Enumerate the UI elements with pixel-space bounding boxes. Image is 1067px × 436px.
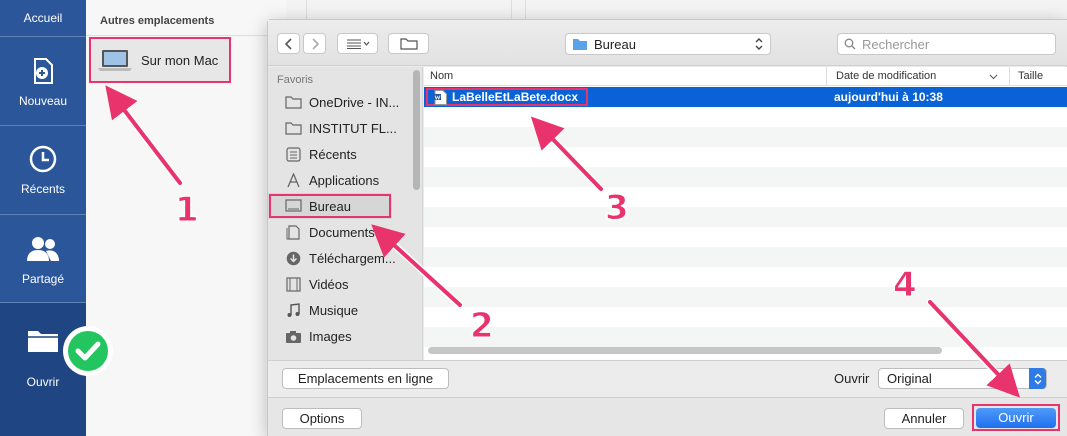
dialog-options-bar: Emplacements en ligne Ouvrir Original [268,360,1067,397]
new-document-icon [34,58,53,84]
options-button[interactable]: Options [282,408,362,429]
dialog-button-bar: Options Annuler Ouvrir [268,397,1067,436]
nav-recent-label: Récents [20,182,66,196]
sidebar-item-label: Téléchargem... [309,250,396,266]
nav-shared-label: Partagé [21,272,65,286]
sidebar-item-documents[interactable]: Documents [268,219,411,245]
search-field[interactable]: Rechercher [837,33,1056,55]
home-nav[interactable]: Accueil [0,0,86,37]
sidebar-item-label: Documents [309,224,375,240]
sidebar-item-label: Bureau [309,198,351,214]
updown-chevron-icon [755,38,763,50]
open-file-dialog: Bureau Rechercher Favoris OneDrive - IN.… [267,19,1067,436]
sidebar-item-applications[interactable]: Applications [268,167,411,193]
sidebar-item-downloads[interactable]: Téléchargem... [268,245,411,271]
nav-recent[interactable]: Récents [0,144,86,214]
music-icon [287,302,300,317]
camera-icon [286,330,301,343]
file-row[interactable]: LaBelleEtLaBete.docx aujourd'hui à 10:38 [424,87,1067,107]
column-header-row: Nom Date de modification Taille [424,67,1067,86]
search-placeholder: Rechercher [862,36,930,52]
clock-icon [29,145,57,173]
folder-icon [28,331,58,352]
sidebar-item-label: Images [309,328,352,344]
sidebar-item-recents[interactable]: Récents [268,141,411,167]
open-mode-value: Original [887,371,932,386]
file-list: Nom Date de modification Taille LaBelleE… [424,67,1067,360]
sidebar-item-label: Applications [309,172,380,188]
open-mode-label: Ouvrir [834,371,870,386]
on-my-mac-item[interactable]: Sur mon Mac [89,37,231,83]
nav-shared[interactable]: Partagé [0,234,86,304]
open-button[interactable]: Ouvrir [972,404,1060,431]
new-folder-icon [399,38,418,50]
open-mode-select[interactable]: Original [878,368,1047,389]
annotation-1: 1 [175,190,200,231]
folder-icon [285,122,302,135]
sidebar-item-label: Récents [309,146,357,162]
sidebar-item-images[interactable]: Images [268,323,411,349]
chevron-left-icon [284,37,292,50]
new-folder-button[interactable] [388,33,429,54]
file-name: LaBelleEtLaBete.docx [452,90,579,104]
laptop-icon [98,50,132,71]
sidebar-item-music[interactable]: Musique [268,297,411,323]
other-locations-header: Autres emplacements [100,15,215,27]
annotation-3: 3 [605,188,630,229]
sidebar-item-label: INSTITUT FL... [309,120,397,136]
cancel-button[interactable]: Annuler [884,408,964,429]
film-icon [286,276,301,292]
cancel-label: Annuler [901,411,947,426]
updown-chevron-icon [1029,368,1046,389]
nav-new[interactable]: Nouveau [0,56,86,126]
annotation-2: 2 [470,306,495,347]
people-icon [27,237,59,261]
list-view-icon [346,39,369,49]
favorites-header: Favoris [277,74,314,86]
view-mode-button[interactable] [337,33,378,54]
sidebar-scrollbar[interactable] [413,70,420,190]
chevron-right-icon [311,37,319,50]
downloads-icon [286,251,301,265]
sidebar-item-label: OneDrive - IN... [309,94,400,110]
sidebar-item-videos[interactable]: Vidéos [268,271,411,297]
column-name[interactable]: Nom [430,70,453,82]
options-label: Options [299,411,345,426]
sidebar-item-onedrive[interactable]: OneDrive - IN... [268,89,411,115]
online-locations-label: Emplacements en ligne [297,371,434,386]
desktop-icon [285,199,302,212]
online-locations-button[interactable]: Emplacements en ligne [282,368,449,389]
file-date: aujourd'hui à 10:38 [834,90,943,104]
folder-icon [285,96,302,109]
documents-icon [286,224,300,240]
on-my-mac-label: Sur mon Mac [141,52,219,68]
home-label: Accueil [23,11,63,25]
favorites-sidebar: Favoris OneDrive - IN... INSTITUT FL... … [268,67,423,360]
nav-new-label: Nouveau [18,94,68,108]
location-dropdown[interactable]: Bureau [565,33,771,55]
forward-button[interactable] [303,33,326,54]
recents-icon [286,146,301,162]
open-button-label: Ouvrir [998,410,1034,425]
word-document-icon [434,90,447,105]
dialog-toolbar: Bureau Rechercher [268,20,1067,66]
sidebar-item-label: Musique [309,302,359,318]
sidebar-item-institut[interactable]: INSTITUT FL... [268,115,411,141]
search-icon [844,38,856,50]
column-date[interactable]: Date de modification [836,70,936,82]
applications-icon [287,172,300,187]
chevron-down-icon [989,74,998,80]
sidebar-item-desktop[interactable]: Bureau [268,193,392,219]
file-name-cell[interactable]: LaBelleEtLaBete.docx [426,88,589,106]
desktop-folder-icon [573,38,587,50]
back-button[interactable] [277,33,300,54]
annotation-4: 4 [893,265,918,306]
nav-open-label: Ouvrir [26,375,60,389]
location-label: Bureau [594,36,636,52]
checkmark-badge-icon [63,326,113,376]
column-size[interactable]: Taille [1018,70,1043,82]
horizontal-scrollbar[interactable] [428,347,942,354]
sidebar-item-label: Vidéos [309,276,349,292]
